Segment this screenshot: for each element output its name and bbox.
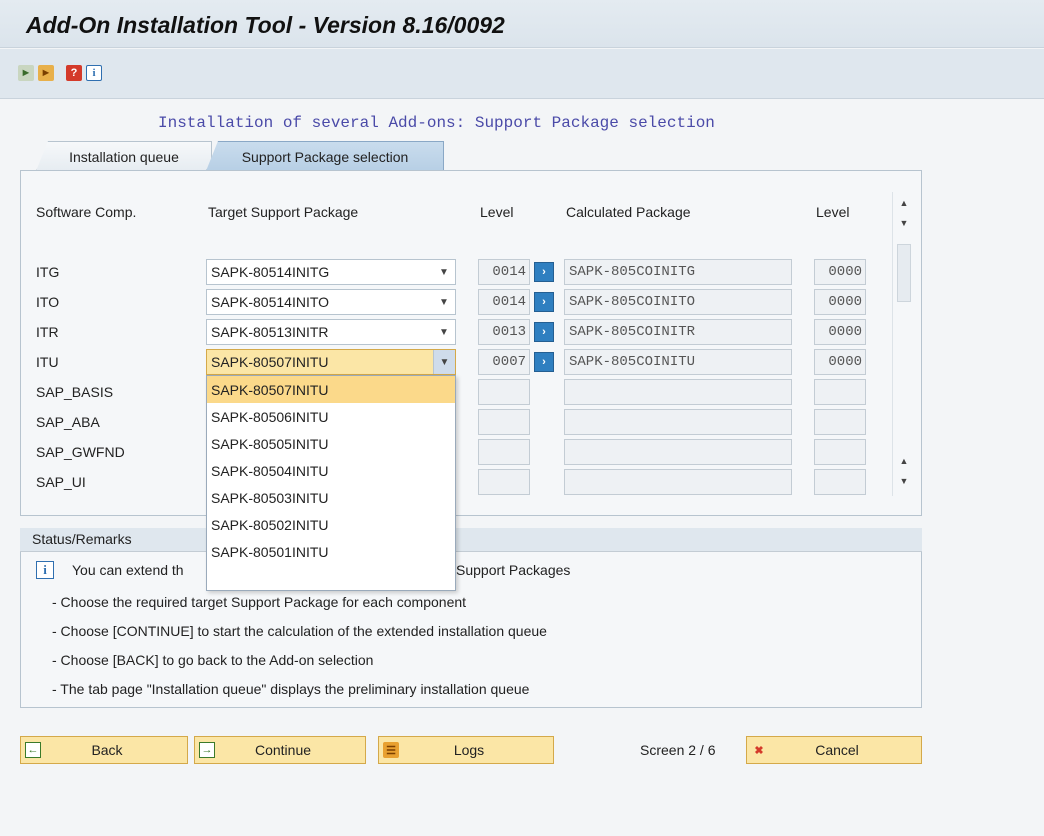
level-field-sap-aba [478, 409, 530, 435]
tab-installation-queue[interactable]: Installation queue [36, 141, 212, 171]
combo-value: SAPK-80514INITO [211, 294, 330, 310]
target-sp-combo-itg[interactable]: SAPK-80514INITG ▼ [206, 259, 456, 285]
logs-icon: ☰ [383, 742, 399, 758]
level2-field-itu: 0000 [814, 349, 866, 375]
chevron-down-icon[interactable]: ▼ [433, 350, 455, 374]
chevron-down-icon[interactable]: ▼ [433, 290, 455, 314]
level-field-ito: 0014 [478, 289, 530, 315]
dropdown-option[interactable]: SAPK-80504INITU [207, 457, 455, 484]
chevron-down-icon[interactable]: ▼ [433, 320, 455, 344]
col-header-software-comp: Software Comp. [36, 204, 137, 220]
status-line: - Choose the required target Support Pac… [52, 594, 467, 610]
calculated-field-sap-aba [564, 409, 792, 435]
scroll-thumb[interactable] [897, 244, 911, 302]
row-comp-itg: ITG [36, 264, 60, 280]
col-header-target-sp: Target Support Package [208, 204, 359, 220]
col-header-level2: Level [816, 204, 850, 220]
level-field-itr: 0013 [478, 319, 530, 345]
calculated-field-sap-gwfnd [564, 439, 792, 465]
level2-field-ito: 0000 [814, 289, 866, 315]
title-bar: Add-On Installation Tool - Version 8.16/… [0, 0, 1044, 48]
row-comp-itu: ITU [36, 354, 59, 370]
status-title: Status/Remarks [20, 528, 922, 552]
logs-button[interactable]: ☰ Logs [378, 736, 554, 764]
cancel-icon: ✖ [754, 744, 764, 757]
level2-field-sap-basis [814, 379, 866, 405]
info-icon[interactable]: i [86, 65, 102, 81]
toolbar: ► ► ? i [0, 49, 1044, 99]
back-button[interactable]: ← Back [20, 736, 188, 764]
calculated-field-itr: SAPK-805COINITR [564, 319, 792, 345]
continue-button-label: Continue [254, 742, 312, 758]
calculated-field-itg: SAPK-805COINITG [564, 259, 792, 285]
window-title: Add-On Installation Tool - Version 8.16/… [26, 12, 505, 38]
level2-field-itr: 0000 [814, 319, 866, 345]
dropdown-option[interactable]: SAPK-80506INITU [207, 403, 455, 430]
combo-value: SAPK-80514INITG [211, 264, 330, 280]
status-line-suffix: Support Packages [456, 562, 571, 578]
level-field-sap-gwfnd [478, 439, 530, 465]
target-sp-combo-ito[interactable]: SAPK-80514INITO ▼ [206, 289, 456, 315]
scroll-down-icon[interactable]: ▼ [897, 216, 911, 230]
continue-button[interactable]: → Continue [194, 736, 366, 764]
continue-icon: → [199, 742, 215, 758]
target-sp-combo-itu[interactable]: SAPK-80507INITU ▼ [206, 349, 456, 375]
row-comp-sap-basis: SAP_BASIS [36, 384, 114, 400]
calculated-field-ito: SAPK-805COINITO [564, 289, 792, 315]
page-heading: Installation of several Add-ons: Support… [158, 114, 715, 132]
combo-value: SAPK-80507INITU [211, 354, 329, 370]
col-header-level: Level [480, 204, 514, 220]
col-header-calculated: Calculated Package [566, 204, 691, 220]
scroll-up-icon[interactable]: ▲ [897, 454, 911, 468]
row-comp-sap-gwfnd: SAP_GWFND [36, 444, 125, 460]
chevron-down-icon[interactable]: ▼ [433, 260, 455, 284]
calculated-field-sap-ui [564, 469, 792, 495]
execute-all-icon[interactable]: ► [38, 65, 54, 81]
scroll-down-icon[interactable]: ▼ [897, 474, 911, 488]
calculated-field-itu: SAPK-805COINITU [564, 349, 792, 375]
dropdown-option[interactable]: SAPK-80505INITU [207, 430, 455, 457]
level-field-itu: 0007 [478, 349, 530, 375]
target-sp-dropdown-list[interactable]: SAPK-80507INITU SAPK-80506INITU SAPK-805… [206, 375, 456, 591]
combo-value: SAPK-80513INITR [211, 324, 329, 340]
dropdown-option[interactable]: SAPK-80502INITU [207, 511, 455, 538]
execute-icon[interactable]: ► [18, 65, 34, 81]
logs-button-label: Logs [453, 742, 485, 758]
level-field-sap-basis [478, 379, 530, 405]
tab-support-package-selection[interactable]: Support Package selection [206, 141, 444, 171]
level-field-itg: 0014 [478, 259, 530, 285]
info-icon: i [36, 561, 54, 579]
level2-field-sap-ui [814, 469, 866, 495]
level2-field-itg: 0000 [814, 259, 866, 285]
status-line: - Choose [BACK] to go back to the Add-on… [52, 652, 374, 668]
status-line: - The tab page "Installation queue" disp… [52, 681, 530, 697]
level-field-sap-ui [478, 469, 530, 495]
level2-field-sap-aba [814, 409, 866, 435]
grid-scrollbar[interactable]: ▲ ▼ ▲ ▼ [892, 192, 914, 496]
row-comp-ito: ITO [36, 294, 60, 310]
arrow-right-icon[interactable]: › [534, 262, 554, 282]
back-icon: ← [25, 742, 41, 758]
dropdown-option[interactable]: SAPK-80503INITU [207, 484, 455, 511]
cancel-button-label: Cancel [815, 742, 859, 758]
arrow-right-icon[interactable]: › [534, 352, 554, 372]
status-line-prefix: You can extend th [72, 562, 184, 578]
level2-field-sap-gwfnd [814, 439, 866, 465]
target-sp-combo-itr[interactable]: SAPK-80513INITR ▼ [206, 319, 456, 345]
calculated-field-sap-basis [564, 379, 792, 405]
row-comp-sap-ui: SAP_UI [36, 474, 86, 490]
row-comp-itr: ITR [36, 324, 59, 340]
dropdown-option[interactable]: SAPK-80501INITU [207, 538, 455, 565]
help-icon[interactable]: ? [66, 65, 82, 81]
back-button-label: Back [91, 742, 123, 758]
status-line: - Choose [CONTINUE] to start the calcula… [52, 623, 547, 639]
dropdown-option[interactable]: SAPK-80507INITU [207, 376, 455, 403]
scroll-up-icon[interactable]: ▲ [897, 196, 911, 210]
screen-indicator: Screen 2 / 6 [640, 742, 716, 758]
arrow-right-icon[interactable]: › [534, 322, 554, 342]
cancel-button[interactable]: ✖ Cancel [746, 736, 922, 764]
arrow-right-icon[interactable]: › [534, 292, 554, 312]
row-comp-sap-aba: SAP_ABA [36, 414, 100, 430]
